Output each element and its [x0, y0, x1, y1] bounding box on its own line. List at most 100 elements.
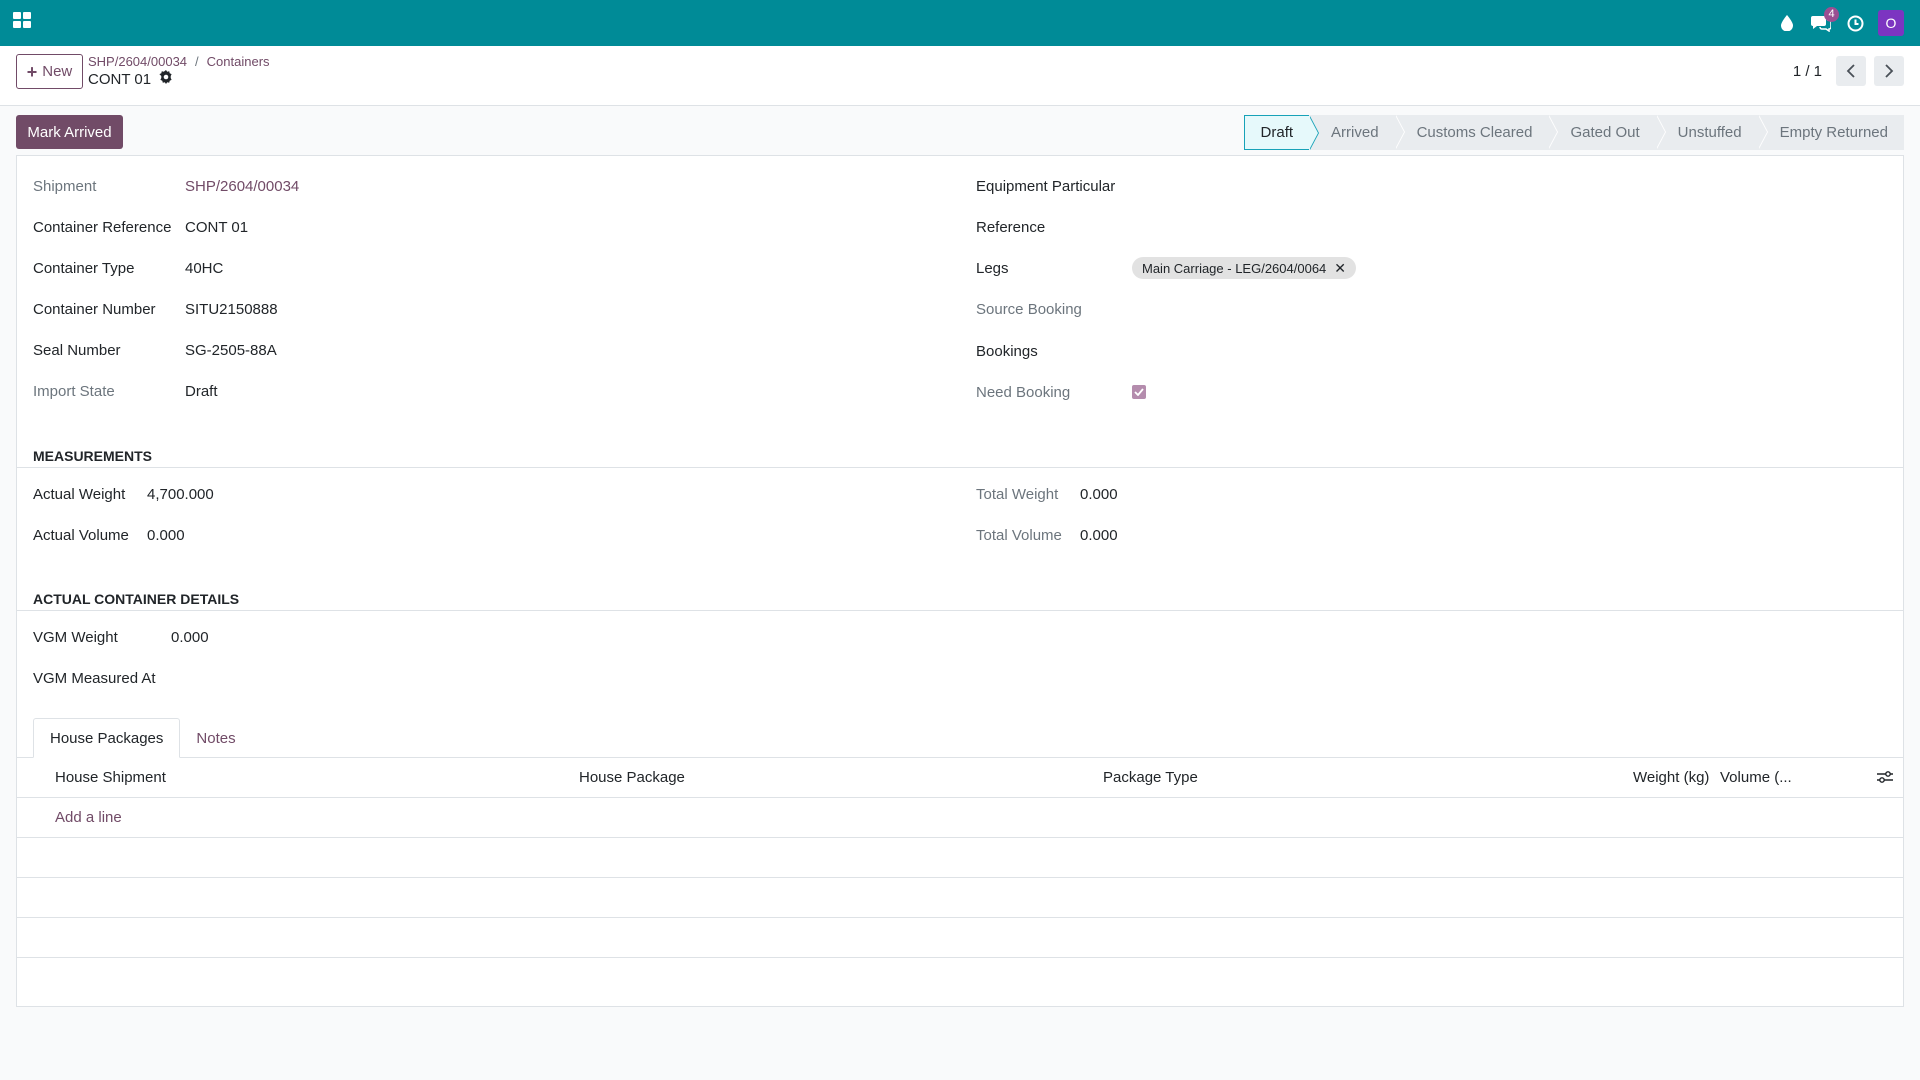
table-row-empty [17, 918, 1903, 958]
field-container-type: Container Type 40HC [33, 256, 223, 280]
user-avatar[interactable]: O [1878, 10, 1904, 36]
import-state-label: Import State [33, 382, 115, 400]
chevron-left-icon [1846, 64, 1855, 78]
container-number-input[interactable]: SITU2150888 [185, 301, 278, 318]
column-volume[interactable]: Volume (... [1720, 769, 1792, 786]
field-total-weight: Total Weight 0.000 [976, 482, 1118, 506]
column-house-shipment[interactable]: House Shipment [55, 769, 166, 786]
field-container-number: Container Number SITU2150888 [33, 297, 278, 321]
actual-volume-input[interactable]: 0.000 [147, 527, 185, 544]
actual-weight-label: Actual Weight [33, 485, 126, 503]
remove-tag-icon[interactable]: ✕ [1334, 260, 1346, 277]
seal-number-input[interactable]: SG-2505-88A [185, 342, 277, 359]
leg-tag[interactable]: Main Carriage - LEG/2604/0064 ✕ [1132, 257, 1357, 279]
bookings-input[interactable] [1132, 339, 1432, 363]
total-volume-value: 0.000 [1080, 526, 1118, 544]
record-title-text: CONT 01 [88, 70, 152, 88]
reference-input[interactable] [1132, 215, 1432, 239]
field-actual-volume: Actual Volume 0.000 [33, 523, 185, 547]
container-number-label: Container Number [33, 300, 156, 318]
need-booking-checkbox[interactable] [1132, 385, 1146, 399]
tab-house-packages[interactable]: House Packages [33, 718, 181, 758]
legs-label: Legs [976, 259, 1009, 277]
actual-details-divider [17, 610, 1903, 611]
field-container-reference: Container Reference CONT 01 [33, 215, 248, 239]
control-panel: + New SHP/2604/00034 / Containers CONT 0… [0, 46, 1920, 106]
seal-number-label: Seal Number [33, 341, 121, 359]
add-line-link[interactable]: Add a line [55, 809, 122, 826]
shipment-link[interactable]: SHP/2604/00034 [185, 178, 299, 195]
leg-tag-label: Main Carriage - LEG/2604/0064 [1142, 260, 1327, 276]
container-type-label: Container Type [33, 259, 135, 277]
shipment-label: Shipment [33, 177, 97, 195]
field-vgm-measured-at: VGM Measured At [33, 666, 471, 690]
breadcrumb: SHP/2604/00034 / Containers [88, 54, 270, 69]
actual-volume-label: Actual Volume [33, 526, 129, 544]
field-legs: Legs Main Carriage - LEG/2604/0064 ✕ [976, 256, 1357, 280]
check-icon [1134, 388, 1144, 396]
tab-notes[interactable]: Notes [180, 718, 251, 758]
drop-icon[interactable] [1770, 0, 1804, 46]
field-equipment-particular: Equipment Particular [976, 174, 1115, 198]
column-package-type[interactable]: Package Type [1103, 769, 1198, 786]
breadcrumb-separator: / [195, 54, 199, 69]
form-sheet: Shipment SHP/2604/00034 Container Refere… [16, 155, 1904, 1007]
measurements-section-title: MEASUREMENTS [33, 448, 153, 464]
gear-icon[interactable] [159, 70, 173, 88]
actual-weight-input[interactable]: 4,700.000 [147, 486, 214, 503]
reference-label: Reference [976, 218, 1046, 236]
messages-count-badge: 4 [1824, 7, 1839, 22]
optional-columns-icon[interactable] [1877, 770, 1893, 789]
container-reference-label: Container Reference [33, 218, 172, 236]
field-need-booking: Need Booking [976, 380, 1146, 404]
field-total-volume: Total Volume 0.000 [976, 523, 1118, 547]
stage-arrived[interactable]: Arrived [1309, 115, 1405, 150]
top-navbar: 4 O [0, 0, 1920, 46]
total-weight-label: Total Weight [976, 485, 1059, 503]
mark-arrived-button[interactable]: Mark Arrived [16, 115, 123, 149]
container-reference-input[interactable]: CONT 01 [185, 219, 248, 236]
stage-pipeline: Draft Arrived Customs Cleared Gated Out … [1243, 115, 1904, 150]
field-seal-number: Seal Number SG-2505-88A [33, 338, 277, 362]
equipment-particular-label: Equipment Particular [976, 177, 1116, 195]
activity-clock-icon[interactable] [1838, 0, 1872, 46]
stage-empty-returned[interactable]: Empty Returned [1758, 115, 1904, 150]
breadcrumb-containers[interactable]: Containers [207, 54, 270, 69]
total-volume-label: Total Volume [976, 526, 1062, 544]
pager-previous-button[interactable] [1836, 56, 1866, 86]
field-vgm-weight: VGM Weight 0.000 [33, 625, 209, 649]
stage-customs-cleared[interactable]: Customs Cleared [1395, 115, 1559, 150]
field-reference: Reference [976, 215, 1432, 239]
field-source-booking: Source Booking [976, 297, 1082, 321]
vgm-measured-label: VGM Measured At [33, 669, 156, 687]
table-row-add-line: Add a line [17, 798, 1903, 838]
stage-gated-out[interactable]: Gated Out [1548, 115, 1666, 150]
stage-draft[interactable]: Draft [1243, 115, 1319, 150]
container-type-input[interactable]: 40HC [185, 260, 223, 277]
notebook-tabs: House Packages Notes [33, 718, 252, 758]
table-row-empty [17, 878, 1903, 918]
need-booking-label: Need Booking [976, 383, 1071, 401]
new-button-label: New [42, 63, 73, 80]
chevron-right-icon [1885, 64, 1894, 78]
messages-icon[interactable]: 4 [1804, 0, 1839, 46]
apps-menu-icon[interactable] [13, 12, 33, 32]
field-shipment: Shipment SHP/2604/00034 [33, 174, 299, 198]
table-header: House Shipment House Package Package Typ… [17, 758, 1903, 798]
vgm-weight-input[interactable]: 0.000 [171, 629, 209, 646]
plus-icon: + [26, 61, 38, 82]
total-weight-value: 0.000 [1080, 485, 1118, 503]
table-row-empty [17, 838, 1903, 878]
measurements-divider [17, 467, 1903, 468]
vgm-measured-input[interactable] [171, 666, 471, 690]
pager-value[interactable]: 1 / 1 [1793, 63, 1822, 80]
new-button[interactable]: + New [16, 54, 83, 89]
import-state-value: Draft [185, 382, 218, 400]
source-booking-label: Source Booking [976, 300, 1082, 318]
column-weight[interactable]: Weight (kg) [1633, 769, 1709, 786]
pager-next-button[interactable] [1874, 56, 1904, 86]
breadcrumb-shipment[interactable]: SHP/2604/00034 [88, 54, 187, 69]
stage-unstuffed[interactable]: Unstuffed [1656, 115, 1768, 150]
actual-details-section-title: ACTUAL CONTAINER DETAILS [33, 591, 240, 607]
column-house-package[interactable]: House Package [579, 769, 685, 786]
